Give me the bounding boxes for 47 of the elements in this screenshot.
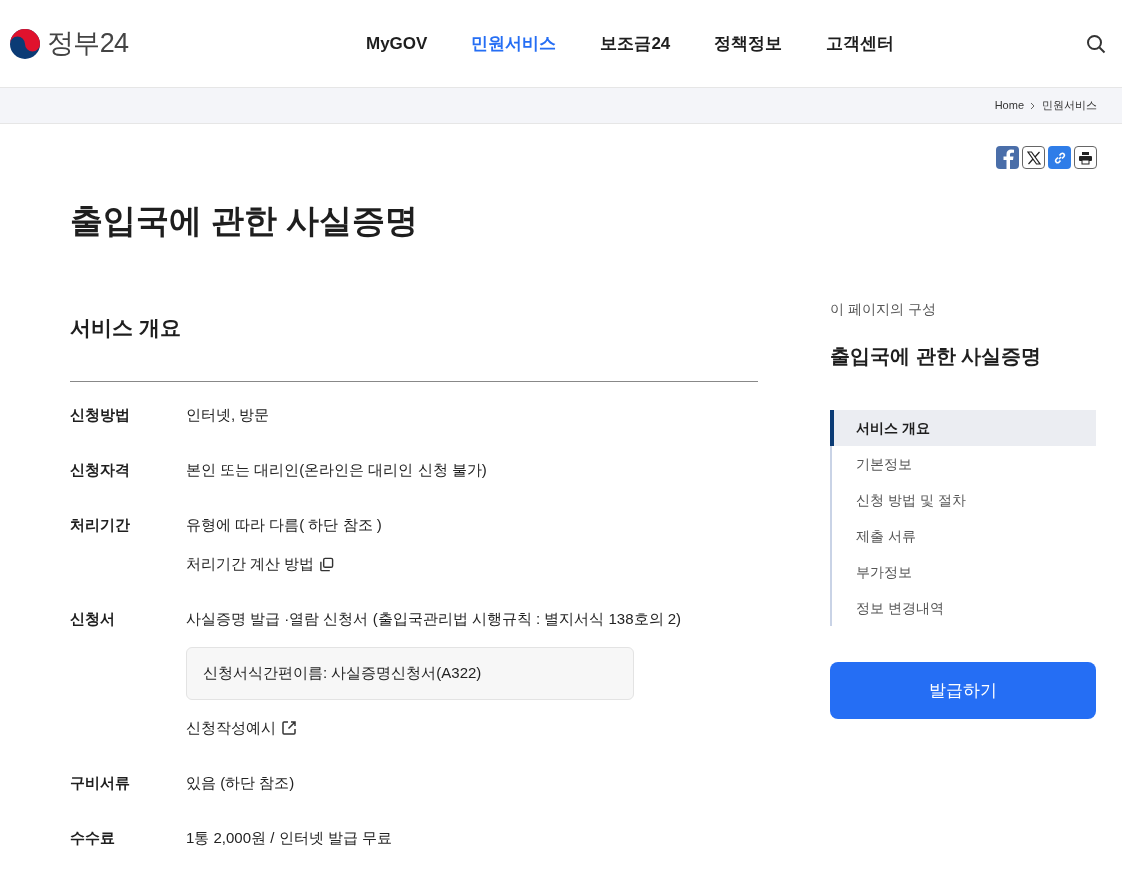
field-label: 신청서 bbox=[70, 609, 116, 629]
field-value: 본인 또는 대리인(온라인은 대리인 신청 불가) bbox=[186, 460, 487, 480]
field-value: 있음 (하단 참조) bbox=[186, 772, 295, 793]
print-button[interactable] bbox=[1074, 146, 1097, 169]
toc-link[interactable]: 제출 서류 bbox=[830, 518, 1096, 554]
x-share-button[interactable] bbox=[1022, 146, 1045, 169]
link[interactable]: 신청작성예시 bbox=[186, 716, 297, 739]
external-link-icon bbox=[281, 719, 297, 736]
section-title: 서비스 개요 bbox=[70, 313, 758, 382]
search-icon[interactable] bbox=[1086, 33, 1106, 54]
field-value: 인터넷, 방문 bbox=[186, 405, 270, 425]
note-box: 신청서식간편이름: 사실증명신청서(A322) bbox=[186, 647, 634, 700]
nav-link[interactable]: 민원서비스 bbox=[471, 30, 557, 57]
nav-link[interactable]: MyGOV bbox=[366, 30, 428, 57]
logo-icon bbox=[9, 27, 41, 60]
nav-link[interactable]: 고객센터 bbox=[826, 30, 895, 57]
facebook-icon bbox=[1001, 149, 1014, 169]
printer-icon bbox=[1078, 150, 1093, 165]
toc-link[interactable]: 부가정보 bbox=[830, 554, 1096, 590]
x-icon bbox=[1026, 150, 1041, 165]
page-title: 출입국에 관한 사실증명 bbox=[70, 201, 420, 241]
field-value: 유형에 따라 다름( 하단 참조 ) bbox=[186, 515, 382, 535]
link[interactable]: 처리기간 계산 방법 bbox=[186, 553, 335, 575]
field-label: 처리기간 bbox=[70, 515, 131, 535]
field-label: 신청방법 bbox=[70, 405, 131, 425]
toc-caption: 이 페이지의 구성 bbox=[830, 300, 937, 319]
facebook-share-button[interactable] bbox=[996, 146, 1019, 169]
toc-link[interactable]: 기본정보 bbox=[830, 446, 1096, 482]
nav-link[interactable]: 보조금24 bbox=[600, 30, 671, 57]
link-icon bbox=[1052, 150, 1067, 165]
field-label: 신청자격 bbox=[70, 460, 131, 480]
nav-link[interactable]: 정책정보 bbox=[714, 30, 783, 57]
toc-title: 출입국에 관한 사실증명 bbox=[830, 344, 1043, 369]
toc-link[interactable]: 신청 방법 및 절차 bbox=[830, 482, 1096, 518]
field-value: 사실증명 발급 ·열람 신청서 (출입국관리법 시행규칙 : 별지서식 138호의 2) bbox=[186, 609, 682, 629]
copy-icon bbox=[319, 556, 335, 572]
breadcrumb-link[interactable]: 민원서비스 bbox=[1042, 97, 1097, 114]
toc-link[interactable]: 정보 변경내역 bbox=[830, 590, 1096, 626]
chevron-right-icon bbox=[1030, 101, 1036, 110]
toc-link[interactable]: 서비스 개요 bbox=[830, 410, 1096, 446]
field-label: 수수료 bbox=[70, 827, 116, 848]
field-value: 1통 2,000원 / 인터넷 발급 무료 bbox=[186, 827, 392, 848]
field-label: 구비서류 bbox=[70, 772, 131, 793]
breadcrumb-link[interactable]: Home bbox=[994, 97, 1024, 114]
copy-link-button[interactable] bbox=[1048, 146, 1071, 169]
issue-button[interactable]: 발급하기 bbox=[830, 662, 1096, 719]
logo-text: 정부24 bbox=[47, 27, 129, 61]
